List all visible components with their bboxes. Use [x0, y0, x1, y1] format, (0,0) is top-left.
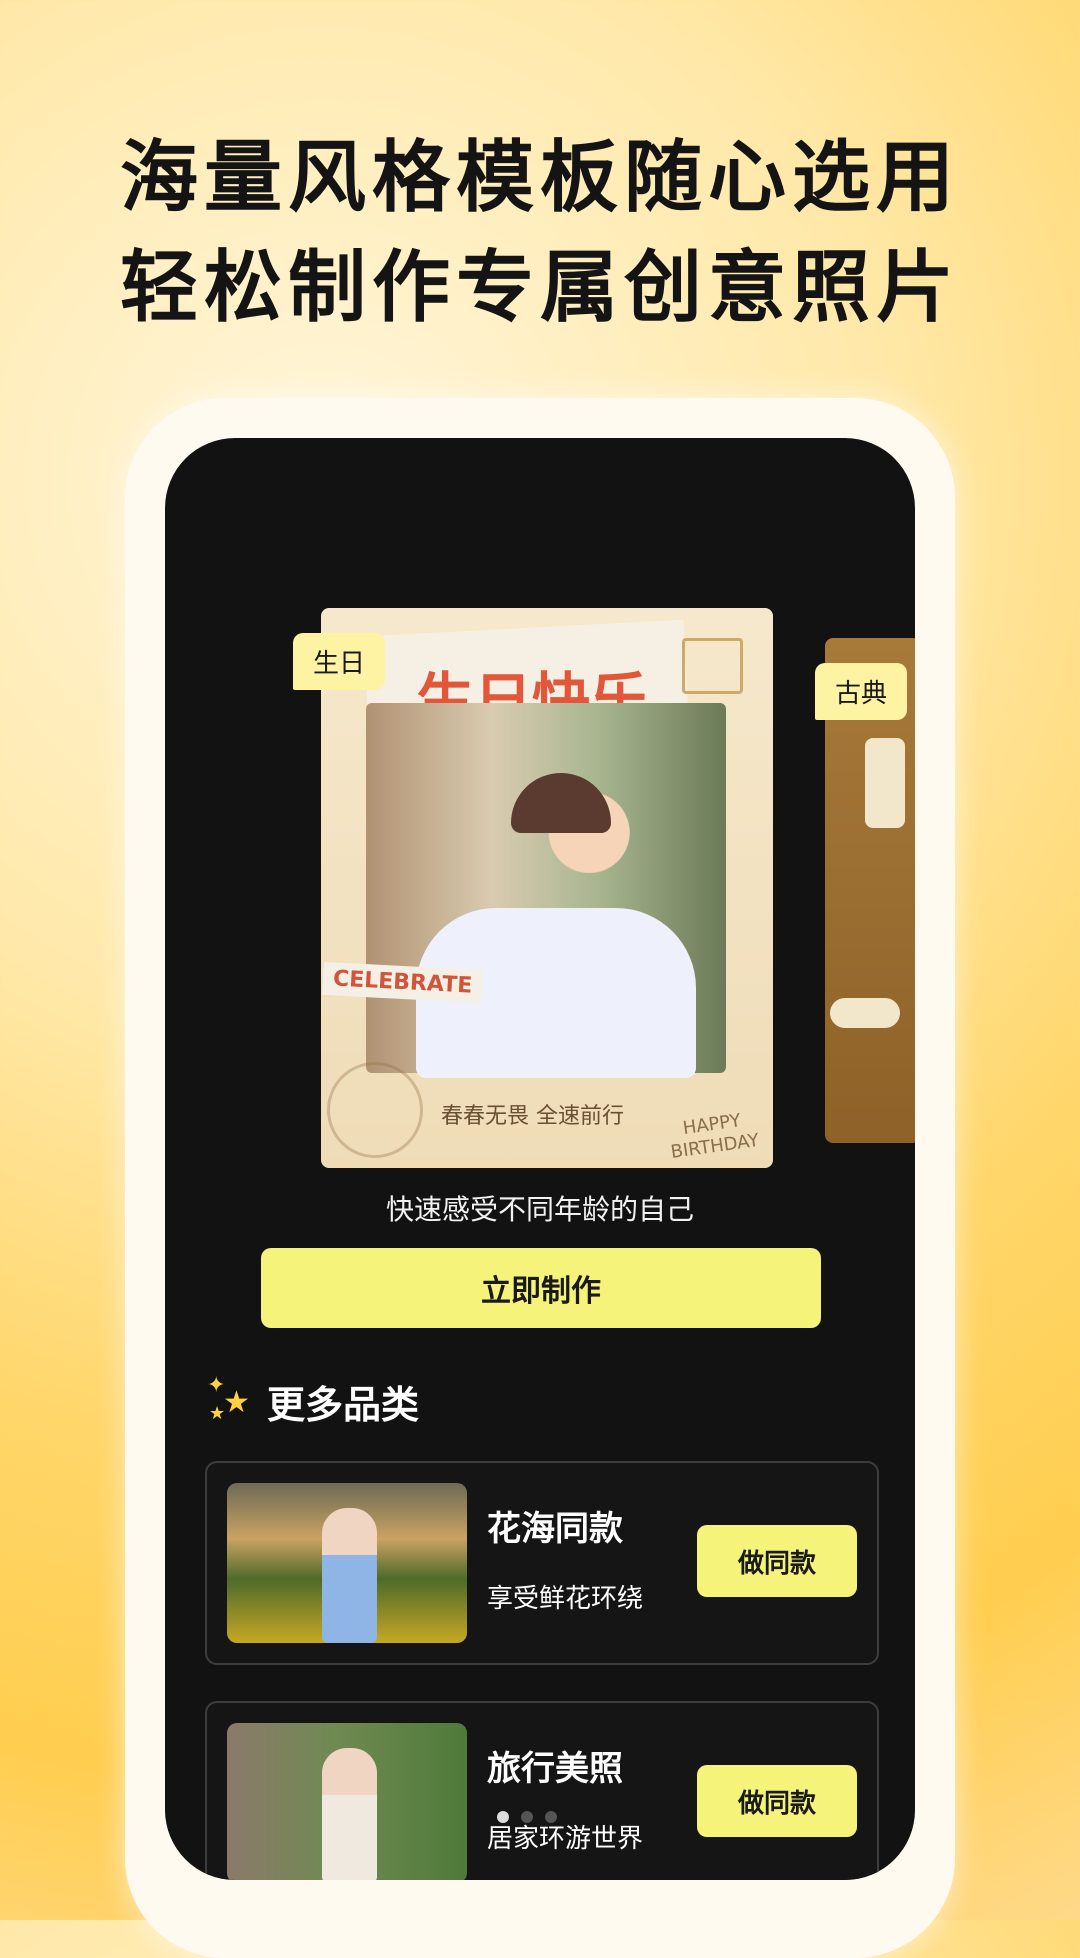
template-card-birthday[interactable]: 生日快乐 CELEBRATE 春春无畏 全速前行 HAPPY BIRTHDAY	[321, 608, 773, 1168]
category-item[interactable]: 花海同款 享受鲜花环绕 做同款	[205, 1461, 879, 1665]
item-title: 花海同款	[487, 1509, 623, 1549]
classic-mark	[865, 738, 905, 828]
cloud-icon	[830, 998, 900, 1028]
stars-icon: ✦ ★ ★	[207, 1373, 250, 1424]
section-title: 更多品类	[267, 1382, 420, 1427]
category-item[interactable]: 旅行美照 居家环游世界 做同款	[205, 1701, 879, 1880]
gift-icon	[682, 638, 743, 694]
card-tag-main: 生日	[293, 633, 386, 690]
make-same-button[interactable]: 做同款	[697, 1525, 857, 1597]
carousel-description: 快速感受不同年龄的自己	[385, 1193, 694, 1226]
person-graphic	[322, 1508, 377, 1643]
make-same-button[interactable]: 做同款	[697, 1765, 857, 1837]
celebrate-tag: CELEBRATE	[322, 961, 484, 1004]
stamp-icon	[327, 1062, 423, 1158]
item-title: 旅行美照	[487, 1749, 623, 1789]
item-thumbnail	[227, 1723, 467, 1880]
create-now-button[interactable]: 立即制作	[261, 1248, 821, 1328]
item-thumbnail	[227, 1483, 467, 1643]
headline-line1: 海量风格模板随心选用	[119, 133, 960, 223]
person-graphic	[322, 1748, 377, 1880]
phone-screen: 生日快乐 CELEBRATE 春春无畏 全速前行 HAPPY BIRTHDAY …	[165, 438, 915, 1880]
happy-birthday-text: HAPPY BIRTHDAY	[667, 1108, 761, 1164]
section-header: ✦ ★ ★ 更多品类	[205, 1373, 419, 1429]
card-tag-side: 古典	[815, 663, 908, 720]
headline-line2: 轻松制作专属创意照片	[119, 243, 960, 333]
card-slogan: 春春无畏 全速前行	[441, 1104, 624, 1129]
item-subtitle: 享受鲜花环绕	[487, 1584, 644, 1614]
item-subtitle: 居家环游世界	[487, 1824, 644, 1854]
